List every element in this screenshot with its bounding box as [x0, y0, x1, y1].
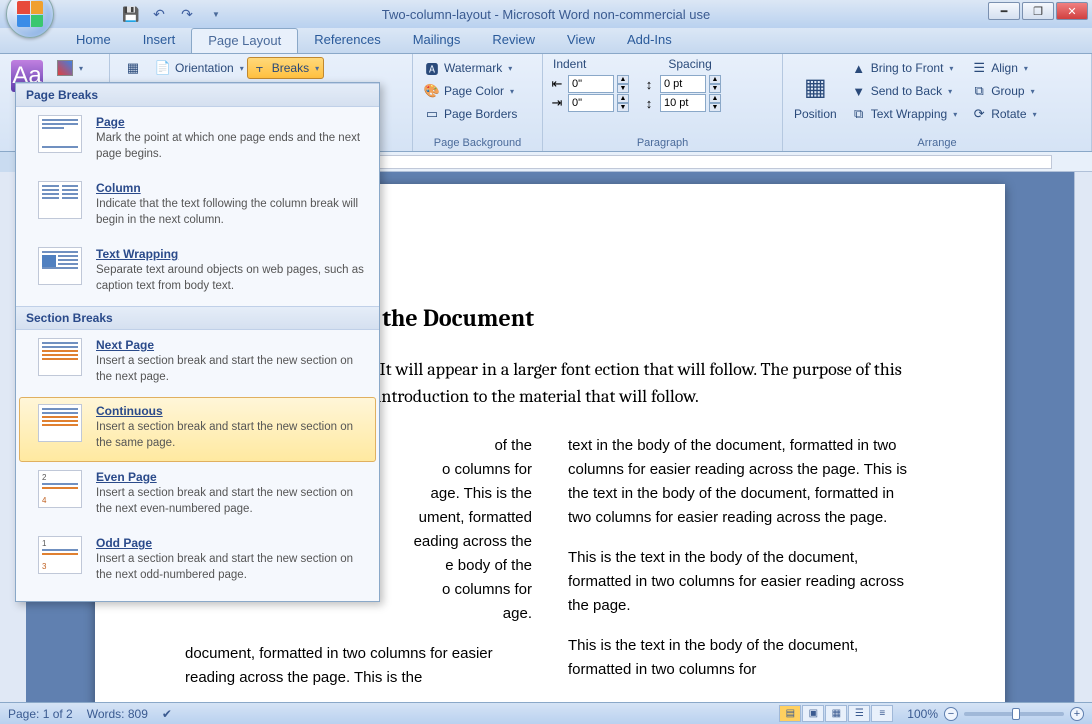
- orientation-icon: 📄: [155, 60, 171, 76]
- tab-mailings[interactable]: Mailings: [397, 28, 477, 53]
- zoom-thumb[interactable]: [1012, 708, 1020, 720]
- vertical-scrollbar[interactable]: [1074, 172, 1092, 702]
- save-icon[interactable]: 💾: [120, 3, 142, 25]
- group-label-arrange: Arrange: [789, 135, 1085, 149]
- page-borders-button[interactable]: ▭Page Borders: [419, 103, 522, 125]
- window-title: Two-column-layout - Microsoft Word non-c…: [382, 7, 710, 22]
- space-after-input[interactable]: [660, 94, 706, 112]
- qat-customize[interactable]: ▼: [204, 3, 226, 25]
- margins-icon: ▦: [125, 60, 141, 76]
- indent-left-down[interactable]: ▼: [617, 84, 629, 93]
- view-draft[interactable]: ≡: [871, 705, 893, 722]
- space-after-icon: ↕: [641, 95, 657, 111]
- indent-right-input[interactable]: [568, 94, 614, 112]
- indent-left-up[interactable]: ▲: [617, 75, 629, 84]
- back-icon: ▼: [851, 83, 867, 99]
- position-button[interactable]: ▦Position: [789, 68, 842, 124]
- group-label-page-bg: Page Background: [419, 135, 536, 149]
- rotate-icon: ⟳: [971, 106, 987, 122]
- breaks-icon: ⫟: [252, 60, 268, 76]
- break-page[interactable]: PageMark the point at which one page end…: [19, 108, 376, 173]
- even-page-icon: 24: [38, 470, 82, 508]
- redo-icon[interactable]: ↷: [176, 3, 198, 25]
- space-before-icon: ↕: [641, 76, 657, 92]
- office-logo-icon: [17, 1, 43, 27]
- page-borders-icon: ▭: [424, 106, 440, 122]
- tab-review[interactable]: Review: [476, 28, 551, 53]
- page-break-icon: [38, 115, 82, 153]
- indent-left-icon: ⇤: [549, 76, 565, 92]
- position-icon: ▦: [799, 71, 831, 103]
- break-even-page[interactable]: 24 Even PageInsert a section break and s…: [19, 463, 376, 528]
- column-break-icon: [38, 181, 82, 219]
- colors-icon: [57, 60, 73, 76]
- section-breaks-header: Section Breaks: [16, 306, 379, 330]
- tab-insert[interactable]: Insert: [127, 28, 192, 53]
- indent-label: Indent: [553, 57, 586, 71]
- close-button[interactable]: ✕: [1056, 2, 1088, 20]
- space-after-up[interactable]: ▲: [709, 94, 721, 103]
- break-text-wrapping[interactable]: Text WrappingSeparate text around object…: [19, 240, 376, 305]
- undo-icon[interactable]: ↶: [148, 3, 170, 25]
- space-before-up[interactable]: ▲: [709, 75, 721, 84]
- maximize-button[interactable]: ❐: [1022, 2, 1054, 20]
- break-continuous[interactable]: ContinuousInsert a section break and sta…: [19, 397, 376, 462]
- group-label-paragraph: Paragraph: [549, 135, 776, 149]
- tab-add-ins[interactable]: Add-Ins: [611, 28, 688, 53]
- spacing-label: Spacing: [668, 57, 711, 71]
- indent-right-down[interactable]: ▼: [617, 103, 629, 112]
- group-icon: ⧉: [971, 83, 987, 99]
- front-icon: ▲: [851, 60, 867, 76]
- orientation-button[interactable]: 📄Orientation▾: [150, 57, 249, 79]
- proofing-icon[interactable]: ✔: [162, 707, 172, 721]
- status-words[interactable]: Words: 809: [87, 707, 148, 721]
- view-outline[interactable]: ☰: [848, 705, 870, 722]
- tab-references[interactable]: References: [298, 28, 396, 53]
- space-before-down[interactable]: ▼: [709, 84, 721, 93]
- indent-right-icon: ⇥: [549, 95, 565, 111]
- view-full-screen[interactable]: ▣: [802, 705, 824, 722]
- view-web-layout[interactable]: ▦: [825, 705, 847, 722]
- breaks-button[interactable]: ⫟Breaks▾: [247, 57, 324, 79]
- theme-colors[interactable]: ▾: [52, 57, 88, 79]
- margins-button[interactable]: ▦: [120, 57, 146, 79]
- text-wrapping-button[interactable]: ⧉Text Wrapping▾: [846, 103, 963, 125]
- status-page[interactable]: Page: 1 of 2: [8, 707, 73, 721]
- indent-right-up[interactable]: ▲: [617, 94, 629, 103]
- break-column[interactable]: ColumnIndicate that the text following t…: [19, 174, 376, 239]
- tab-page-layout[interactable]: Page Layout: [191, 28, 298, 53]
- next-page-icon: [38, 338, 82, 376]
- space-before-input[interactable]: [660, 75, 706, 93]
- indent-left-input[interactable]: [568, 75, 614, 93]
- zoom-slider[interactable]: [964, 712, 1064, 716]
- align-icon: ☰: [971, 60, 987, 76]
- rotate-button[interactable]: ⟳Rotate▾: [966, 103, 1041, 125]
- break-next-page[interactable]: Next PageInsert a section break and star…: [19, 331, 376, 396]
- minimize-button[interactable]: ━: [988, 2, 1020, 20]
- bring-to-front-button[interactable]: ▲Bring to Front▾: [846, 57, 963, 79]
- space-after-down[interactable]: ▼: [709, 103, 721, 112]
- wrap-icon: ⧉: [851, 106, 867, 122]
- view-print-layout[interactable]: ▤: [779, 705, 801, 722]
- page-color-icon: 🎨: [424, 83, 440, 99]
- breaks-dropdown: Page Breaks PageMark the point at which …: [15, 82, 380, 602]
- column-right: text in the body of the document, format…: [568, 434, 915, 690]
- watermark-icon: 🅰: [424, 60, 440, 76]
- group-button[interactable]: ⧉Group▾: [966, 80, 1041, 102]
- continuous-icon: [38, 404, 82, 442]
- zoom-in-button[interactable]: +: [1070, 707, 1084, 721]
- send-to-back-button[interactable]: ▼Send to Back▾: [846, 80, 963, 102]
- tab-home[interactable]: Home: [60, 28, 127, 53]
- break-odd-page[interactable]: 13 Odd PageInsert a section break and st…: [19, 529, 376, 594]
- zoom-level[interactable]: 100%: [907, 707, 938, 721]
- ribbon-tabs: Home Insert Page Layout References Maili…: [0, 28, 1092, 54]
- watermark-button[interactable]: 🅰Watermark▾: [419, 57, 522, 79]
- text-wrap-break-icon: [38, 247, 82, 285]
- odd-page-icon: 13: [38, 536, 82, 574]
- align-button[interactable]: ☰Align▾: [966, 57, 1041, 79]
- tab-view[interactable]: View: [551, 28, 611, 53]
- page-color-button[interactable]: 🎨Page Color▾: [419, 80, 522, 102]
- zoom-out-button[interactable]: −: [944, 707, 958, 721]
- page-breaks-header: Page Breaks: [16, 83, 379, 107]
